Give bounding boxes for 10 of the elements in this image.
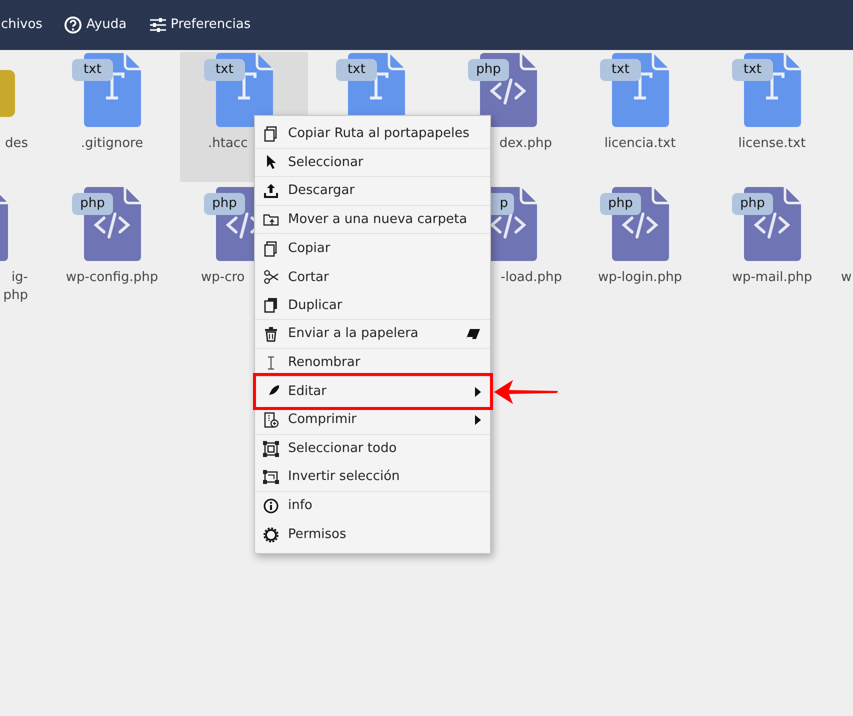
file-type-tag: txt [204,59,245,81]
file-type-tag: php [468,59,509,81]
file-type-tag: php [72,193,113,215]
file-type-tag: php [600,193,641,215]
file-type-tag: php [732,193,773,215]
file-type-tag: txt [732,59,773,81]
file-type-tag: txt [336,59,377,81]
file-type-tag: php [204,193,245,215]
file-type-tag: txt [600,59,641,81]
file-type-tag: txt [72,59,113,81]
